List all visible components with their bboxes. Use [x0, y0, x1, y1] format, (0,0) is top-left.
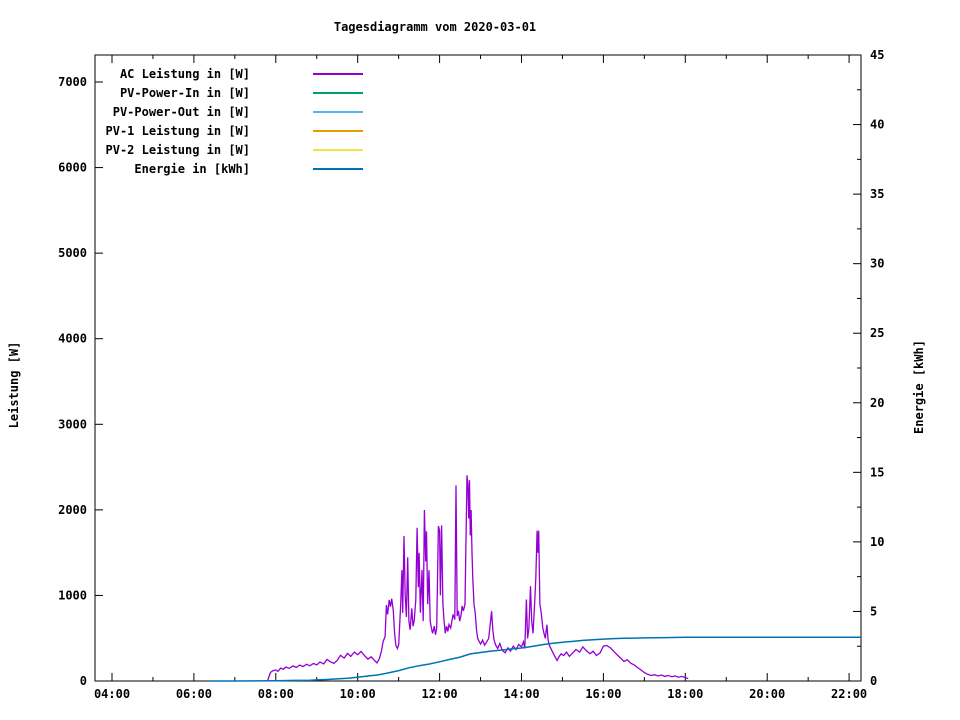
legend-label: PV-Power-In in [W]	[119, 86, 250, 100]
y-right-tick-label: 45	[870, 48, 884, 62]
y-left-tick-label: 5000	[58, 246, 87, 260]
y-right-tick-label: 20	[870, 396, 884, 410]
legend-label: PV-1 Leistung in [W]	[105, 124, 251, 138]
legend-label: PV-Power-Out in [W]	[112, 105, 250, 119]
y-left-tick-label: 1000	[58, 588, 87, 602]
y-right-tick-label: 5	[870, 604, 877, 618]
y-right-tick-label: 25	[870, 326, 884, 340]
y-left-tick-label: 3000	[58, 417, 87, 431]
legend-swatch	[313, 92, 363, 94]
series-line-energie-in-kwh-	[210, 636, 861, 682]
legend-swatch	[313, 168, 363, 170]
y-right-tick-label: 30	[870, 257, 884, 271]
x-tick-label: 06:00	[176, 687, 212, 701]
y-left-tick-label: 4000	[58, 332, 87, 346]
y-left-tick-label: 0	[80, 674, 87, 688]
y-left-tick-label: 2000	[58, 503, 87, 517]
x-tick-label: 18:00	[667, 687, 703, 701]
legend-swatch	[313, 111, 363, 113]
x-tick-label: 22:00	[831, 687, 867, 701]
legend-item: PV-Power-In in [W]	[0, 84, 365, 102]
y-right-tick-label: 10	[870, 535, 884, 549]
x-tick-label: 12:00	[422, 687, 458, 701]
y-right-tick-label: 35	[870, 187, 884, 201]
x-tick-label: 10:00	[340, 687, 376, 701]
x-tick-label: 04:00	[94, 687, 130, 701]
chart-canvas: Tagesdiagramm vom 2020-03-01 Leistung [W…	[0, 0, 960, 720]
legend-swatch	[313, 73, 363, 75]
legend-swatch	[313, 149, 363, 151]
legend-item: AC Leistung in [W]	[0, 65, 365, 83]
legend-label: Energie in [kWh]	[134, 162, 250, 176]
legend-label: AC Leistung in [W]	[119, 67, 250, 81]
y-right-tick-label: 40	[870, 118, 884, 132]
x-tick-label: 20:00	[749, 687, 785, 701]
legend-label: PV-2 Leistung in [W]	[105, 143, 251, 157]
legend-swatch	[313, 130, 363, 132]
x-tick-label: 08:00	[258, 687, 294, 701]
y-right-tick-label: 0	[870, 674, 877, 688]
legend-item: PV-2 Leistung in [W]	[0, 141, 365, 159]
y-right-tick-label: 15	[870, 465, 884, 479]
x-tick-label: 16:00	[585, 687, 621, 701]
legend-item: PV-Power-Out in [W]	[0, 103, 365, 121]
legend-item: PV-1 Leistung in [W]	[0, 122, 365, 140]
series-line-ac-leistung-in-w-	[266, 475, 689, 682]
legend-item: Energie in [kWh]	[0, 160, 365, 178]
x-tick-label: 14:00	[503, 687, 539, 701]
